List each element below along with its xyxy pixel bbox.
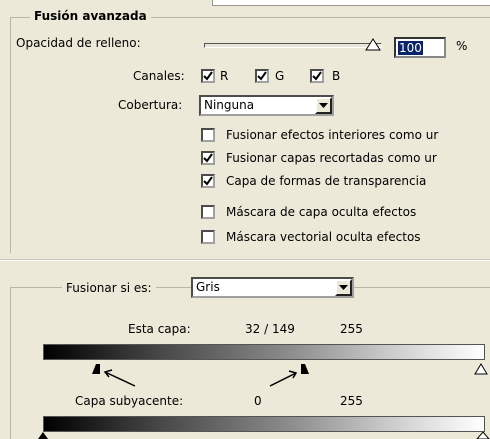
check-icon xyxy=(203,153,213,163)
check-icon xyxy=(312,71,322,81)
this-layer-high-value: 255 xyxy=(340,322,363,336)
blend-if-label: Fusionar si es: xyxy=(62,281,156,295)
underlying-gradient-bar xyxy=(43,416,485,432)
channel-r-label: R xyxy=(220,69,229,83)
advanced-blending-title: Fusión avanzada xyxy=(30,9,151,23)
this-layer-gradient-bar xyxy=(43,344,485,360)
blend-if-value: Gris xyxy=(196,280,220,294)
channel-g-checkbox[interactable] xyxy=(255,69,269,83)
knockout-select[interactable]: Ninguna xyxy=(199,95,334,116)
chevron-down-icon xyxy=(319,103,328,108)
knockout-label: Cobertura: xyxy=(118,98,183,112)
fill-opacity-slider-thumb[interactable] xyxy=(365,38,381,51)
vector-mask-hides-effects-label: Máscara vectorial oculta efectos xyxy=(226,230,421,244)
channel-r-checkbox[interactable] xyxy=(201,69,215,83)
transparency-shapes-label: Capa de formas de transparencia xyxy=(226,174,427,188)
layer-mask-hides-effects-label: Máscara de capa oculta efectos xyxy=(226,205,417,219)
check-icon xyxy=(257,71,267,81)
fill-opacity-value: 100 xyxy=(398,41,423,55)
this-layer-low-value: 32 / 149 xyxy=(245,322,295,336)
blend-if-dropdown-button[interactable] xyxy=(335,279,352,296)
underlying-high-value: 255 xyxy=(340,394,363,408)
underlying-low-value: 0 xyxy=(254,394,262,408)
underlying-layer-label: Capa subyacente: xyxy=(75,394,184,408)
this-layer-slider-handles[interactable] xyxy=(80,360,490,390)
fill-opacity-label-text: Opacidad de relleno: xyxy=(16,36,141,50)
section-separator xyxy=(0,259,490,261)
transparency-shapes-checkbox[interactable] xyxy=(201,174,215,188)
channel-g-label: G xyxy=(275,69,285,83)
check-icon xyxy=(203,176,213,186)
layer-mask-hides-effects-checkbox[interactable] xyxy=(201,205,215,219)
fill-opacity-label: Opacidad de relleno: xyxy=(16,36,141,50)
blend-interior-effects-label: Fusionar efectos interiores como ur xyxy=(226,128,439,142)
channel-b-checkbox[interactable] xyxy=(310,69,324,83)
knockout-value: Ninguna xyxy=(204,98,255,112)
underlying-slider-handles[interactable] xyxy=(38,432,490,439)
top-panel-edge xyxy=(212,0,490,6)
blend-clipped-layers-checkbox[interactable] xyxy=(201,151,215,165)
fill-opacity-slider[interactable] xyxy=(204,43,382,48)
check-icon xyxy=(203,71,213,81)
knockout-dropdown-button[interactable] xyxy=(315,97,332,114)
this-layer-label: Esta capa: xyxy=(128,322,191,336)
chevron-down-icon xyxy=(339,285,348,290)
channels-label: Canales: xyxy=(133,69,185,83)
blend-interior-effects-checkbox[interactable] xyxy=(201,128,215,142)
blend-if-select[interactable]: Gris xyxy=(191,277,354,298)
vector-mask-hides-effects-checkbox[interactable] xyxy=(201,230,215,244)
fill-opacity-input[interactable]: 100 xyxy=(394,37,446,58)
channel-b-label: B xyxy=(332,69,341,83)
fill-opacity-unit: % xyxy=(456,39,468,53)
blend-clipped-layers-label: Fusionar capas recortadas como ur xyxy=(226,151,437,165)
